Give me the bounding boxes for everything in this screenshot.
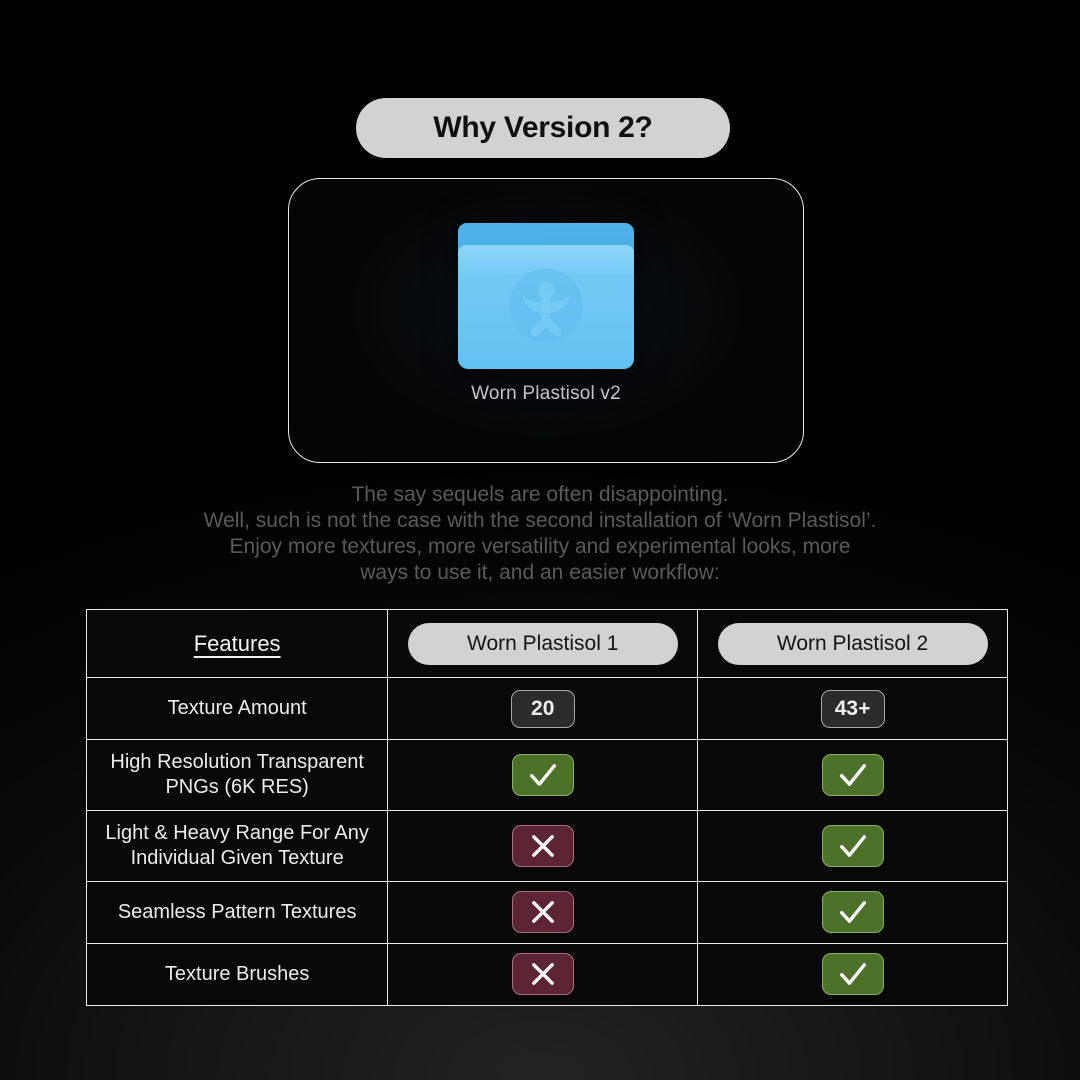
texture-count-badge-v2: 43+ [820, 689, 885, 728]
table-row: Texture Brushes [85, 943, 1008, 1006]
check-icon [511, 753, 574, 796]
table-row: Seamless Pattern Textures [85, 881, 1008, 944]
header-cell-version-1: Worn Plastisol 1 [387, 609, 699, 678]
table-row: Light & Heavy Range For Any Individual G… [85, 810, 1008, 882]
cross-icon [511, 953, 574, 995]
cell-v1 [387, 943, 699, 1006]
version-1-pill: Worn Plastisol 1 [407, 622, 678, 665]
check-icon [821, 824, 884, 867]
feature-name: High Resolution Transparent PNGs (6K RES… [85, 739, 389, 811]
cross-icon [511, 891, 574, 933]
feature-name: Texture Brushes [85, 943, 389, 1006]
cell-v2 [697, 810, 1008, 882]
cell-v2 [697, 943, 1008, 1006]
header-cell-version-2: Worn Plastisol 2 [697, 609, 1008, 678]
check-icon [821, 953, 884, 995]
cell-v1 [387, 810, 699, 882]
figure-emblem-icon [509, 268, 583, 343]
cell-v2 [697, 881, 1008, 944]
cross-icon [511, 824, 574, 867]
check-icon [821, 753, 884, 796]
page-title-pill: Why Version 2? [356, 98, 730, 158]
description-line-3: Enjoy more textures, more versatility an… [229, 535, 851, 558]
feature-name: Light & Heavy Range For Any Individual G… [85, 810, 389, 882]
cell-v1: 20 [387, 677, 699, 740]
comparison-table: Features Worn Plastisol 1 Worn Plastisol… [85, 609, 1008, 1006]
cell-v1 [387, 739, 699, 811]
folder-item[interactable]: Worn Plastisol v2 [453, 223, 639, 405]
table-row: Texture Amount 20 43+ [85, 677, 1008, 740]
feature-name: Texture Amount [85, 677, 389, 740]
version-2-pill: Worn Plastisol 2 [717, 622, 988, 665]
folder-label: Worn Plastisol v2 [471, 383, 621, 404]
table-header-row: Features Worn Plastisol 1 Worn Plastisol… [85, 609, 1008, 678]
description-paragraph: The say sequels are often disappointing.… [0, 482, 1080, 586]
cell-v1 [387, 881, 699, 944]
cell-v2 [697, 739, 1008, 811]
folder-showcase-card: Worn Plastisol v2 [288, 178, 804, 463]
page-title: Why Version 2? [433, 111, 653, 144]
check-icon [821, 891, 884, 933]
header-cell-features: Features [85, 609, 389, 678]
blue-folder-icon [456, 223, 636, 373]
description-line-4: ways to use it, and an easier workflow: [360, 561, 720, 584]
description-line-1: The say sequels are often disappointing. [351, 483, 729, 506]
cell-v2: 43+ [697, 677, 1008, 740]
folder-front-panel [458, 245, 634, 369]
texture-count-badge-v1: 20 [510, 689, 575, 728]
features-column-label: Features [193, 630, 281, 656]
table-row: High Resolution Transparent PNGs (6K RES… [85, 739, 1008, 811]
folder-tab [458, 223, 544, 243]
poster-root: Why Version 2? Worn Plastisol v2 The say… [0, 0, 1080, 1080]
feature-name: Seamless Pattern Textures [85, 881, 389, 944]
description-line-2: Well, such is not the case with the seco… [203, 509, 877, 532]
